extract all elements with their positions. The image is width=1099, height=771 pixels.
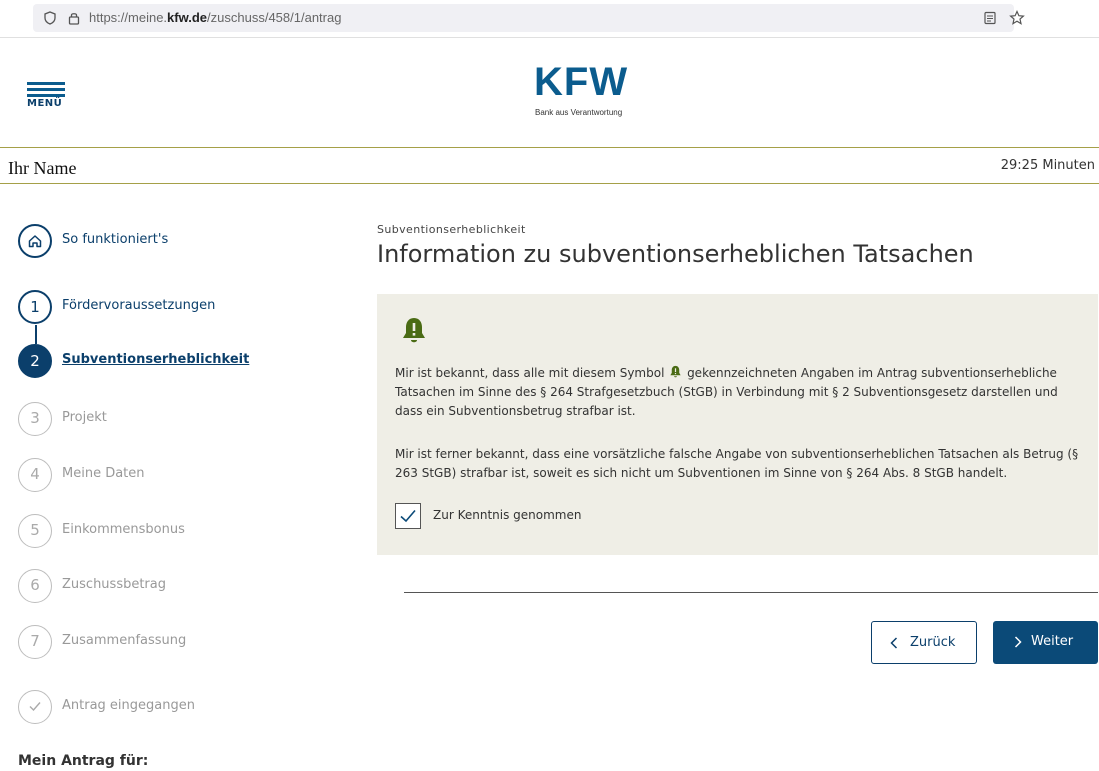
sidebar-item-step-6: 6 Zuschussbetrag	[18, 569, 348, 603]
user-bar: Ihr Name 29:25 Minuten	[0, 148, 1099, 184]
next-button[interactable]: Weiter	[993, 621, 1098, 664]
lock-icon[interactable]	[67, 11, 81, 25]
checkmark-icon	[400, 509, 416, 523]
sidebar-item-step-4: 4 Meine Daten	[18, 458, 348, 492]
sidebar-item-step-5: 5 Einkommensbonus	[18, 514, 348, 548]
kfw-logo[interactable]: KFW Bank aus Verantwortung	[530, 60, 650, 120]
section-label: Subventionserheblichkeit	[377, 223, 526, 236]
chevron-right-icon	[1014, 636, 1022, 648]
step-number: 6	[18, 569, 52, 603]
chevron-left-icon	[890, 637, 898, 649]
logo-text: KFW	[534, 60, 629, 104]
step-connector	[35, 325, 37, 344]
menu-label: MENÜ	[27, 98, 63, 109]
sidebar-item-label: So funktioniert's	[62, 232, 169, 247]
step-number: 1	[18, 290, 52, 324]
step-number: 4	[18, 458, 52, 492]
sidebar-item-label: Meine Daten	[62, 466, 145, 481]
next-button-label: Weiter	[1031, 634, 1074, 649]
sidebar-item-submitted: Antrag eingegangen	[18, 690, 348, 724]
back-button-label: Zurück	[910, 635, 956, 650]
reader-view-icon[interactable]	[983, 11, 997, 25]
menu-button[interactable]: MENÜ	[27, 82, 67, 112]
warning-bell-icon	[403, 318, 425, 343]
sidebar-item-label: Einkommensbonus	[62, 522, 185, 537]
divider	[0, 183, 1099, 184]
session-timer: 29:25 Minuten	[1000, 158, 1095, 173]
sidebar-item-label: Antrag eingegangen	[62, 698, 195, 713]
info-panel: Mir ist bekannt, dass alle mit diesem Sy…	[377, 294, 1098, 555]
sidebar-item-step-2[interactable]: 2 Subventionserheblichkeit	[18, 344, 348, 378]
sidebar-item-step-3: 3 Projekt	[18, 402, 348, 436]
home-icon	[18, 224, 52, 258]
shield-icon[interactable]	[43, 11, 57, 25]
page-title: Information zu subventionserheblichen Ta…	[377, 240, 974, 268]
sidebar-item-label: Zuschussbetrag	[62, 577, 166, 592]
sidebar-item-intro[interactable]: So funktioniert's	[18, 224, 348, 258]
hamburger-icon	[27, 82, 65, 85]
acknowledge-label[interactable]: Zur Kenntnis genommen	[433, 508, 581, 522]
user-name: Ihr Name	[8, 158, 77, 178]
sidebar-item-label: Projekt	[62, 410, 107, 425]
bookmark-star-icon[interactable]	[1009, 10, 1025, 26]
address-bar[interactable]: https://meine.kfw.de/zuschuss/458/1/antr…	[33, 4, 1025, 32]
divider	[404, 592, 1098, 593]
sidebar-item-step-7: 7 Zusammenfassung	[18, 625, 348, 659]
step-number: 5	[18, 514, 52, 548]
url-text[interactable]: https://meine.kfw.de/zuschuss/458/1/antr…	[89, 10, 341, 25]
fraud-notice-paragraph: Mir ist ferner bekannt, dass eine vorsät…	[395, 447, 1079, 480]
sidebar-item-step-1[interactable]: 1 Fördervoraussetzungen	[18, 290, 348, 324]
browser-toolbar: https://meine.kfw.de/zuschuss/458/1/antr…	[0, 0, 1099, 38]
sidebar-item-label: Zusammenfassung	[62, 633, 187, 648]
step-number: 7	[18, 625, 52, 659]
step-number: 3	[18, 402, 52, 436]
step-number: 2	[18, 344, 52, 378]
warning-bell-icon	[670, 365, 681, 378]
application-summary-heading: Mein Antrag für:	[18, 753, 149, 769]
back-button[interactable]: Zurück	[871, 621, 977, 664]
legal-notice-paragraph: Mir ist bekannt, dass alle mit diesem Sy…	[395, 365, 1058, 418]
sidebar-item-label: Subventionserheblichkeit	[62, 352, 250, 367]
logo-tagline: Bank aus Verantwortung	[535, 108, 623, 117]
checkmark-icon	[18, 690, 52, 724]
acknowledge-checkbox[interactable]	[395, 503, 421, 529]
sidebar-item-label: Fördervoraussetzungen	[62, 298, 216, 313]
